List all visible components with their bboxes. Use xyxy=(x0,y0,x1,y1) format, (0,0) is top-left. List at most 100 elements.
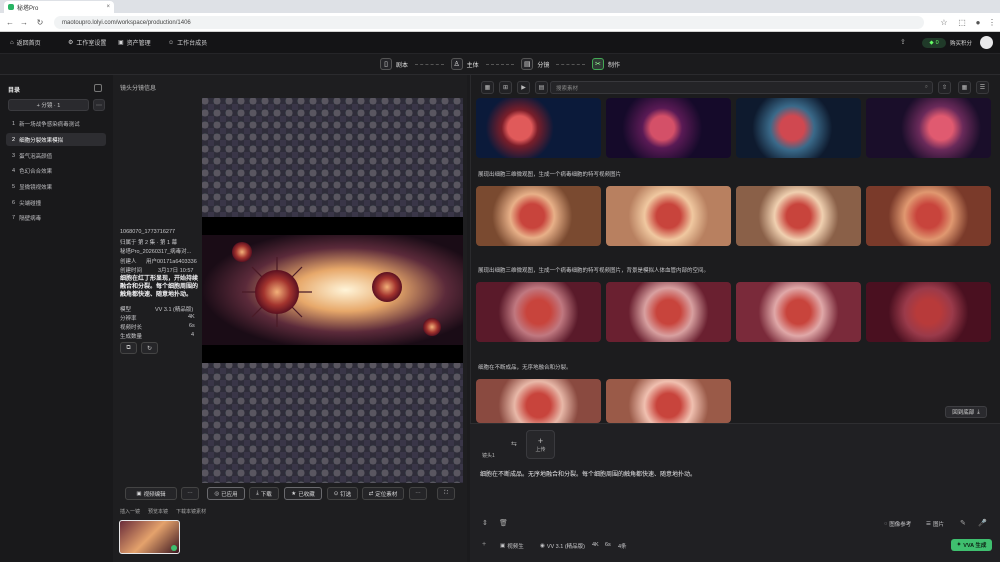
generate-button[interactable]: ✦ VVA 生成 xyxy=(951,539,992,551)
duration-select[interactable]: 6s xyxy=(605,542,611,548)
buy-credits-link[interactable]: 购买积分 xyxy=(950,39,972,47)
pin-button[interactable]: ⊙ 钉选 xyxy=(327,487,358,500)
step-label-active[interactable]: 制作 xyxy=(608,60,620,69)
asset-thumbnail[interactable] xyxy=(476,186,601,246)
step-label[interactable]: 分镜 xyxy=(537,60,549,69)
nav-assets[interactable]: ▣ 资产管理 xyxy=(118,38,151,47)
count-select[interactable]: 4条 xyxy=(618,542,627,550)
shot-thumbnail[interactable] xyxy=(119,520,180,554)
image-control[interactable]: ☰ 图片 xyxy=(926,520,944,528)
grid-view-icon[interactable]: ▦ xyxy=(958,81,971,94)
collapse-sidebar-icon[interactable] xyxy=(94,84,102,92)
asset-thumbnail[interactable] xyxy=(606,282,731,342)
extensions-icon[interactable]: ⬚ xyxy=(956,16,968,29)
trash-icon[interactable]: 🗑 xyxy=(499,519,508,527)
back-to-bottom-button[interactable]: 回到底部 ⤓ xyxy=(945,406,987,418)
asset-thumbnail[interactable] xyxy=(606,379,731,423)
step-label[interactable]: 剧本 xyxy=(396,60,408,69)
asset-thumbnail[interactable] xyxy=(476,98,601,158)
book-icon[interactable]: ▯ xyxy=(380,58,392,70)
scissors-icon[interactable]: ✂ xyxy=(591,58,604,70)
prop-value: 4 xyxy=(191,332,195,338)
magic-icon[interactable]: ✎ xyxy=(960,519,966,527)
asset-thumbnail[interactable] xyxy=(736,98,861,158)
forward-icon[interactable]: → xyxy=(18,16,30,29)
mic-icon[interactable]: 🎤 xyxy=(978,519,987,527)
asset-thumbnail[interactable] xyxy=(736,282,861,342)
video-preview[interactable] xyxy=(202,217,463,363)
sidebar-item-active[interactable]: 2 细胞分裂效果模拟 xyxy=(6,133,106,146)
nav-studio-settings[interactable]: ⚙ 工作室设置 xyxy=(68,38,106,47)
sidebar-item[interactable]: 6 尖端碰撞 xyxy=(6,196,106,209)
menu-icon[interactable]: ⋮ xyxy=(986,16,998,29)
locate-asset-button[interactable]: ⇄ 定位素材 xyxy=(362,487,404,500)
asset-thumbnail[interactable] xyxy=(866,186,991,246)
model-icon: ◉ xyxy=(540,543,545,549)
resolution-select[interactable]: 4K xyxy=(592,542,599,548)
person-icon[interactable]: ♙ xyxy=(450,58,463,70)
asset-thumbnail[interactable] xyxy=(606,98,731,158)
video-filter-icon[interactable]: ▶ xyxy=(517,81,530,94)
reload-icon[interactable]: ↻ xyxy=(34,16,46,29)
home-link[interactable]: ⌂ 返回首页 xyxy=(10,38,41,48)
model-select[interactable]: ◉ VV 3.1 (精品版) xyxy=(540,542,585,550)
profile-icon[interactable]: ● xyxy=(972,16,984,29)
mode-select[interactable]: ▣ 视频生 xyxy=(500,542,524,550)
panel-title: 镜头分镜信息 xyxy=(120,86,157,92)
asset-thumbnail[interactable] xyxy=(736,186,861,246)
sidebar-item[interactable]: 1 新一场战争感染病毒测试 xyxy=(6,117,106,130)
prop-value: VV 3.1 (精品版) xyxy=(155,307,194,313)
back-icon[interactable]: ← xyxy=(4,16,16,29)
asset-thumbnail[interactable] xyxy=(476,282,601,342)
sidebar-item[interactable]: 7 隔壁病毒 xyxy=(6,211,106,224)
insert-shot-link[interactable]: 插入一镜 xyxy=(120,508,140,515)
more-icon[interactable]: ⋯ xyxy=(93,99,105,111)
image-filter-icon[interactable]: ⊞ xyxy=(499,81,512,94)
credits-badge[interactable]: ◆ 0 xyxy=(922,38,946,48)
asset-thumbnail[interactable] xyxy=(866,282,991,342)
calendar-icon[interactable]: ▦ xyxy=(481,81,494,94)
add-icon[interactable]: + xyxy=(482,541,486,548)
sidebar-item[interactable]: 5 显微镜视效果 xyxy=(6,180,106,193)
sidebar-item[interactable]: 4 色幻合合效果 xyxy=(6,164,106,177)
refresh-icon[interactable]: ↻ xyxy=(141,342,158,354)
add-shot-button[interactable]: + 分镜 · 1 xyxy=(8,99,89,111)
upload-reference-button[interactable]: + 上传 xyxy=(526,430,555,459)
browser-tab[interactable]: 秘塔Pro × xyxy=(4,1,114,13)
applied-button[interactable]: ◎ 已应用 xyxy=(207,487,245,500)
url-input[interactable]: maotoupro.lolyi.com/workspace/production… xyxy=(54,16,924,29)
video-edit-button[interactable]: ▣ 视频编辑 xyxy=(125,487,177,500)
avatar[interactable] xyxy=(980,36,993,49)
step-label[interactable]: 主体 xyxy=(467,60,479,69)
search-icon: ⌕ xyxy=(924,84,928,90)
tab-close-icon[interactable]: × xyxy=(106,4,110,10)
prompt-text: 展现出细胞三维微观图，生成一个病毒细胞的特写视频图片，背景是模拟人体血管内部的空… xyxy=(478,268,710,274)
swap-icon[interactable]: ⇆ xyxy=(511,440,517,448)
upload-icon[interactable]: ⇧ xyxy=(938,81,951,94)
download-shot-link[interactable]: 下载本镜素材 xyxy=(176,508,206,515)
credits-count: 0 xyxy=(935,40,939,46)
asset-thumbnail[interactable] xyxy=(606,186,731,246)
list-view-icon[interactable]: ☰ xyxy=(976,81,989,94)
asset-thumbnail[interactable] xyxy=(476,379,601,423)
copy-icon[interactable]: ⧉ xyxy=(120,342,137,354)
doc-filter-icon[interactable]: ▤ xyxy=(535,81,548,94)
asset-thumbnail[interactable] xyxy=(866,98,991,158)
more-button[interactable]: ⋯ xyxy=(181,487,199,500)
preview-shot-link[interactable]: 预览本镜 xyxy=(148,508,168,515)
nav-members[interactable]: ☺ 工作台成员 xyxy=(168,38,207,48)
asset-search-input[interactable]: 搜索素材 ⌕ xyxy=(550,81,933,94)
more-button[interactable]: ⋯ xyxy=(409,487,427,500)
image-ref-control[interactable]: ◌ 图像参考 xyxy=(884,520,911,528)
sidebar-item[interactable]: 3 蛋气泡高颜值 xyxy=(6,149,106,162)
favorited-button[interactable]: ★ 已收藏 xyxy=(284,487,322,500)
expand-collapse-icon[interactable]: ⇕ xyxy=(482,519,488,527)
prompt-input[interactable]: 细胞在不断成品。无序地融合和分裂。每个细胞周围的触角都快速、随意地扑动。 xyxy=(480,469,960,478)
share-icon[interactable]: ⇪ xyxy=(900,38,912,48)
fullscreen-button[interactable]: ⛶ xyxy=(437,487,455,500)
clapper-icon[interactable]: ▤ xyxy=(521,58,534,70)
download-button[interactable]: ⤓ 下载 xyxy=(249,487,279,500)
item-label: 新一场战争感染病毒测试 xyxy=(19,121,80,128)
created-value: 3月17日 10:57 xyxy=(158,268,194,274)
bookmark-star-icon[interactable]: ☆ xyxy=(938,16,950,29)
